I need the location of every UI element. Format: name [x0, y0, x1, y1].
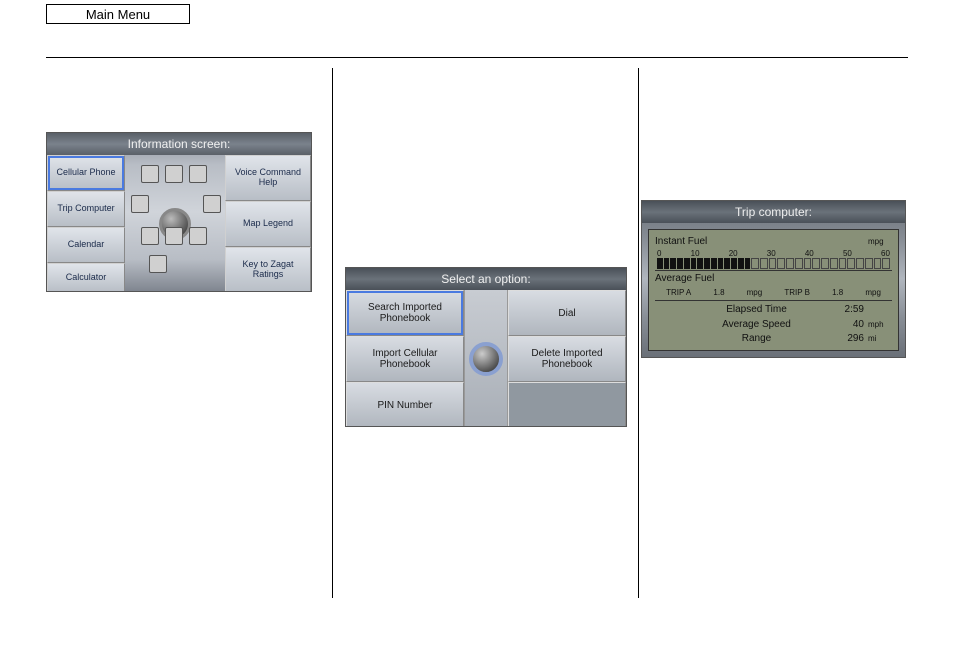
information-screen-title-bar: Information screen: [47, 133, 311, 155]
phone-icon [141, 165, 159, 183]
calculator-icon [149, 255, 167, 273]
information-screen-panel: Information screen: Cellular Phone Trip … [46, 132, 312, 292]
zagat-icon [189, 227, 207, 245]
trip-computer-lcd: Instant Fuel mpg 0 10 20 30 40 50 60 Ave… [648, 229, 899, 351]
range-unit: mi [868, 334, 892, 343]
fuel-bar-segment [812, 258, 820, 269]
fuel-bar-segment [786, 258, 794, 269]
fuel-bar-segment [664, 258, 670, 269]
fuel-bar-segment [697, 258, 703, 269]
trip-b-unit: mpg [865, 288, 881, 297]
info-center-area [125, 155, 225, 292]
range-label: Range [655, 333, 828, 344]
elapsed-time-label: Elapsed Time [655, 304, 828, 315]
fuel-bar-segment [882, 258, 890, 269]
info-btn-key-to-zagat[interactable]: Key to Zagat Ratings [225, 247, 311, 292]
elapsed-time-value: 2:59 [828, 304, 868, 315]
trip-computer-title-bar: Trip computer: [642, 201, 905, 223]
fuel-bar-segment [711, 258, 717, 269]
trip-a-value: 1.8 [713, 288, 724, 297]
column-separator-1 [332, 68, 333, 598]
information-screen-title: Information screen: [128, 137, 231, 151]
option-pin-number[interactable]: PIN Number [346, 382, 464, 427]
fuel-bar-segment [760, 258, 768, 269]
fuel-bar-segment [804, 258, 812, 269]
fuel-bar-segment [795, 258, 803, 269]
average-fuel-label: Average Fuel [655, 273, 892, 284]
info-btn-voice-command-help[interactable]: Voice Command Help [225, 155, 311, 201]
fuel-bar-segment [738, 258, 744, 269]
fuel-bar-segment [684, 258, 690, 269]
fuel-bar-segment [839, 258, 847, 269]
trip-a-unit: mpg [747, 288, 763, 297]
trip-computer-title: Trip computer: [735, 205, 812, 219]
instant-fuel-label: Instant Fuel [655, 236, 868, 247]
trip-icon [131, 195, 149, 213]
fuel-bar-segment [874, 258, 882, 269]
fuel-bar-segment [745, 258, 751, 269]
range-value: 296 [828, 333, 868, 344]
average-speed-label: Average Speed [655, 319, 828, 330]
trip-computer-panel: Trip computer: Instant Fuel mpg 0 10 20 … [641, 200, 906, 358]
trip-b-value: 1.8 [832, 288, 843, 297]
fuel-bar-segment [677, 258, 683, 269]
info-btn-trip-computer[interactable]: Trip Computer [47, 191, 125, 227]
fuel-bar-graph [655, 258, 892, 269]
option-import-cellular-phonebook[interactable]: Import Cellular Phonebook [346, 336, 464, 382]
fuel-scale: 0 10 20 30 40 50 60 [655, 249, 892, 258]
fuel-bar-segment [830, 258, 838, 269]
fuel-bar-segment [821, 258, 829, 269]
trip-b-label: TRIP B [784, 288, 810, 297]
calendar-icon [141, 227, 159, 245]
fuel-bar-segment [865, 258, 873, 269]
help-icon [189, 165, 207, 183]
select-option-panel: Select an option: Search Imported Phoneb… [345, 267, 627, 427]
fuel-bar-segment [670, 258, 676, 269]
fuel-bar-segment [731, 258, 737, 269]
info-btn-calculator[interactable]: Calculator [47, 263, 125, 292]
fuel-bar-segment [704, 258, 710, 269]
fuel-bar-segment [856, 258, 864, 269]
option-search-imported-phonebook[interactable]: Search Imported Phonebook [346, 290, 464, 336]
fuel-bar-segment [724, 258, 730, 269]
fuel-bar-segment [691, 258, 697, 269]
select-option-title-bar: Select an option: [346, 268, 626, 290]
map-icon [203, 195, 221, 213]
fuel-bar-segment [847, 258, 855, 269]
select-center-area [464, 290, 508, 427]
fuel-bar-segment [777, 258, 785, 269]
trip-a-label: TRIP A [666, 288, 691, 297]
average-speed-value: 40 [828, 319, 868, 330]
fuel-bar-segment [751, 258, 759, 269]
joystick-knob[interactable] [469, 342, 503, 376]
info-btn-calendar[interactable]: Calendar [47, 227, 125, 263]
info-btn-cellular-phone[interactable]: Cellular Phone [47, 155, 125, 191]
select-option-title: Select an option: [441, 272, 530, 286]
column-separator-2 [638, 68, 639, 598]
instant-fuel-unit: mpg [868, 237, 892, 246]
option-empty-slot [508, 382, 626, 427]
note-icon [165, 227, 183, 245]
average-speed-unit: mph [868, 320, 892, 329]
option-delete-imported-phonebook[interactable]: Delete Imported Phonebook [508, 336, 626, 382]
main-menu-label: Main Menu [86, 7, 150, 22]
book-icon [165, 165, 183, 183]
fuel-bar-segment [657, 258, 663, 269]
horizontal-rule [46, 57, 908, 58]
option-dial[interactable]: Dial [508, 290, 626, 336]
fuel-bar-segment [769, 258, 777, 269]
info-btn-map-legend[interactable]: Map Legend [225, 201, 311, 247]
fuel-bar-segment [718, 258, 724, 269]
average-fuel-values: TRIP A 1.8 mpg TRIP B 1.8 mpg [655, 286, 892, 299]
main-menu-tab[interactable]: Main Menu [46, 4, 190, 24]
